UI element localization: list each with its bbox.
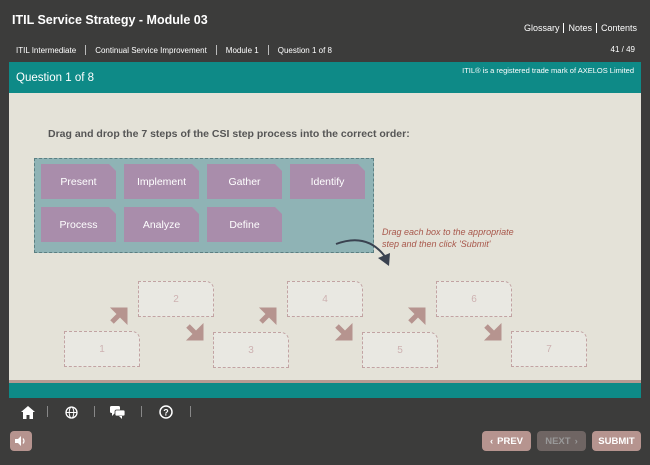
chevron-right-icon: › bbox=[574, 435, 578, 447]
divider bbox=[267, 45, 269, 55]
drop-slot-4[interactable]: 4 bbox=[287, 281, 363, 317]
arrow-down-right-icon bbox=[483, 322, 502, 341]
divider bbox=[94, 406, 95, 417]
audio-button[interactable] bbox=[10, 431, 32, 451]
progress-strip bbox=[9, 383, 641, 398]
breadcrumb-item: Continual Service Improvement bbox=[95, 45, 207, 55]
divider bbox=[563, 23, 565, 33]
drop-slot-1[interactable]: 1 bbox=[64, 331, 140, 367]
drop-slot-3[interactable]: 3 bbox=[213, 332, 289, 368]
instruction-text: Drag and drop the 7 steps of the CSI ste… bbox=[48, 128, 410, 140]
help-icon[interactable]: ? bbox=[158, 404, 174, 420]
submit-button[interactable]: SUBMIT bbox=[592, 431, 641, 451]
arrow-down-right-icon bbox=[185, 322, 204, 341]
arrow-up-right-icon bbox=[109, 307, 128, 326]
question-bar: Question 1 of 8 ITIL® is a registered tr… bbox=[9, 62, 641, 93]
drag-chip-analyze[interactable]: Analyze bbox=[124, 207, 199, 242]
drop-slot-2[interactable]: 2 bbox=[138, 281, 214, 317]
chevron-left-icon: ‹ bbox=[489, 435, 494, 447]
speaker-icon bbox=[15, 436, 25, 446]
breadcrumb-item: Module 1 bbox=[225, 45, 259, 55]
breadcrumb-item: Question 1 of 8 bbox=[277, 45, 332, 55]
breadcrumb-item: ITIL Intermediate bbox=[16, 45, 77, 55]
question-title: Question 1 of 8 bbox=[16, 72, 94, 84]
drag-source-tray: Present Implement Gather Identify Proces… bbox=[34, 158, 374, 253]
divider bbox=[47, 406, 48, 417]
instruction-hint: Drag each box to the appropriate step an… bbox=[382, 226, 514, 250]
trademark-notice: ITIL® is a registered trade mark of AXEL… bbox=[462, 66, 634, 75]
divider bbox=[215, 45, 217, 55]
curved-arrow-icon bbox=[335, 239, 390, 266]
next-label: NEXT bbox=[545, 435, 571, 447]
divider bbox=[141, 406, 142, 417]
home-icon[interactable] bbox=[20, 404, 36, 420]
drag-chip-identify[interactable]: Identify bbox=[290, 164, 365, 199]
toolbar: ? bbox=[0, 398, 650, 423]
page-counter: 41 / 49 bbox=[610, 45, 635, 54]
prev-button[interactable]: ‹ PREV bbox=[482, 431, 531, 451]
notes-link[interactable]: Notes bbox=[568, 23, 592, 33]
drop-slot-7[interactable]: 7 bbox=[511, 331, 587, 367]
divider bbox=[85, 45, 87, 55]
hint-line: step and then click 'Submit' bbox=[382, 239, 491, 249]
divider bbox=[190, 406, 191, 417]
drop-slot-6[interactable]: 6 bbox=[436, 281, 512, 317]
hint-line: Drag each box to the appropriate bbox=[382, 227, 514, 237]
arrow-up-right-icon bbox=[407, 307, 426, 326]
arrow-up-right-icon bbox=[258, 307, 277, 326]
breadcrumb: ITIL Intermediate Continual Service Impr… bbox=[16, 45, 332, 55]
drag-chip-present[interactable]: Present bbox=[41, 164, 116, 199]
prev-label: PREV bbox=[497, 435, 524, 447]
arrow-down-right-icon bbox=[334, 322, 353, 341]
svg-text:?: ? bbox=[163, 408, 169, 418]
chat-icon[interactable] bbox=[109, 404, 125, 420]
drop-slot-5[interactable]: 5 bbox=[362, 332, 438, 368]
question-content: Drag and drop the 7 steps of the CSI ste… bbox=[9, 93, 641, 380]
header: ITIL Service Strategy - Module 03 Glossa… bbox=[0, 0, 650, 62]
drag-chip-process[interactable]: Process bbox=[41, 207, 116, 242]
glossary-link[interactable]: Glossary bbox=[524, 23, 560, 33]
submit-label: SUBMIT bbox=[598, 435, 635, 447]
drag-chip-gather[interactable]: Gather bbox=[207, 164, 282, 199]
course-title: ITIL Service Strategy - Module 03 bbox=[12, 13, 208, 27]
drag-chip-define[interactable]: Define bbox=[207, 207, 282, 242]
top-links: Glossary Notes Contents bbox=[524, 23, 637, 33]
next-button[interactable]: NEXT › bbox=[537, 431, 586, 451]
contents-link[interactable]: Contents bbox=[601, 23, 637, 33]
drag-chip-implement[interactable]: Implement bbox=[124, 164, 199, 199]
divider bbox=[595, 23, 597, 33]
globe-icon[interactable] bbox=[63, 404, 79, 420]
